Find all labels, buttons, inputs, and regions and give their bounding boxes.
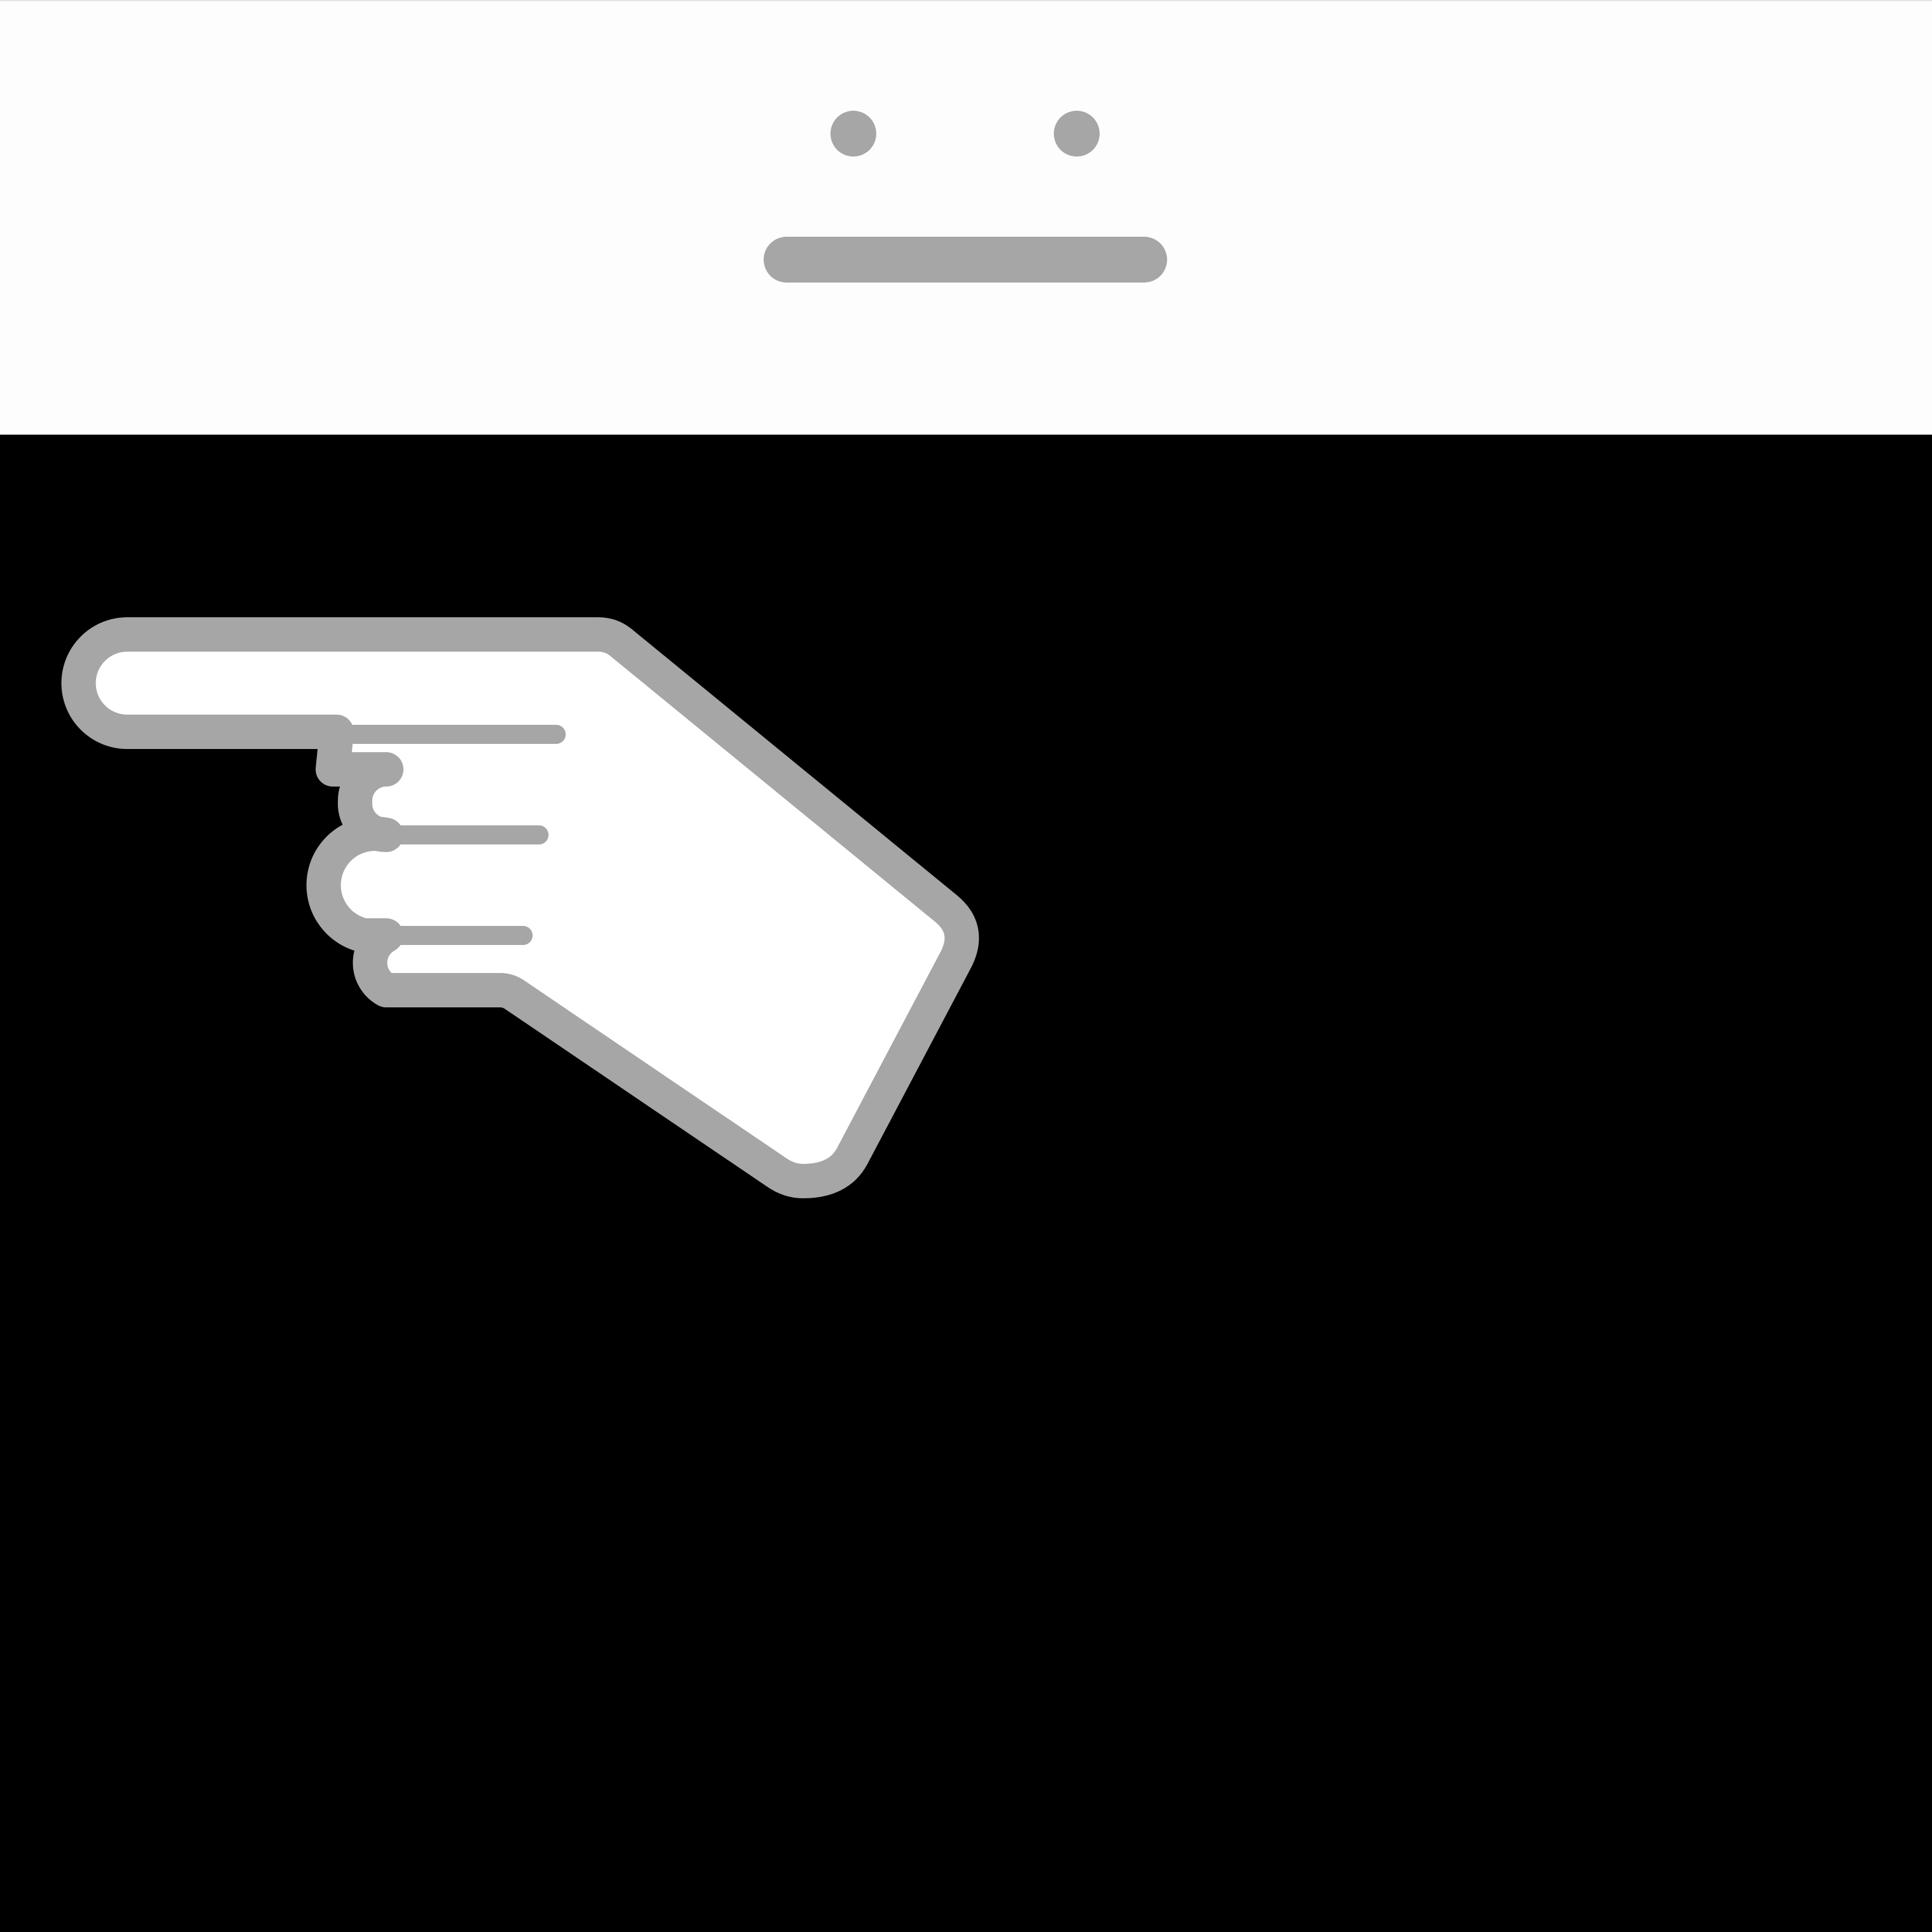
right-eye bbox=[1054, 111, 1100, 157]
face-panel-background bbox=[0, 1, 1932, 436]
hand-panel bbox=[0, 435, 1932, 1932]
emoji-canvas bbox=[0, 0, 1932, 1932]
face-panel bbox=[0, 0, 1932, 436]
neutral-face-icon bbox=[0, 1, 1932, 436]
mouth bbox=[764, 237, 1167, 283]
pointing-left-hand-icon bbox=[0, 435, 1932, 1932]
left-eye bbox=[830, 111, 876, 157]
